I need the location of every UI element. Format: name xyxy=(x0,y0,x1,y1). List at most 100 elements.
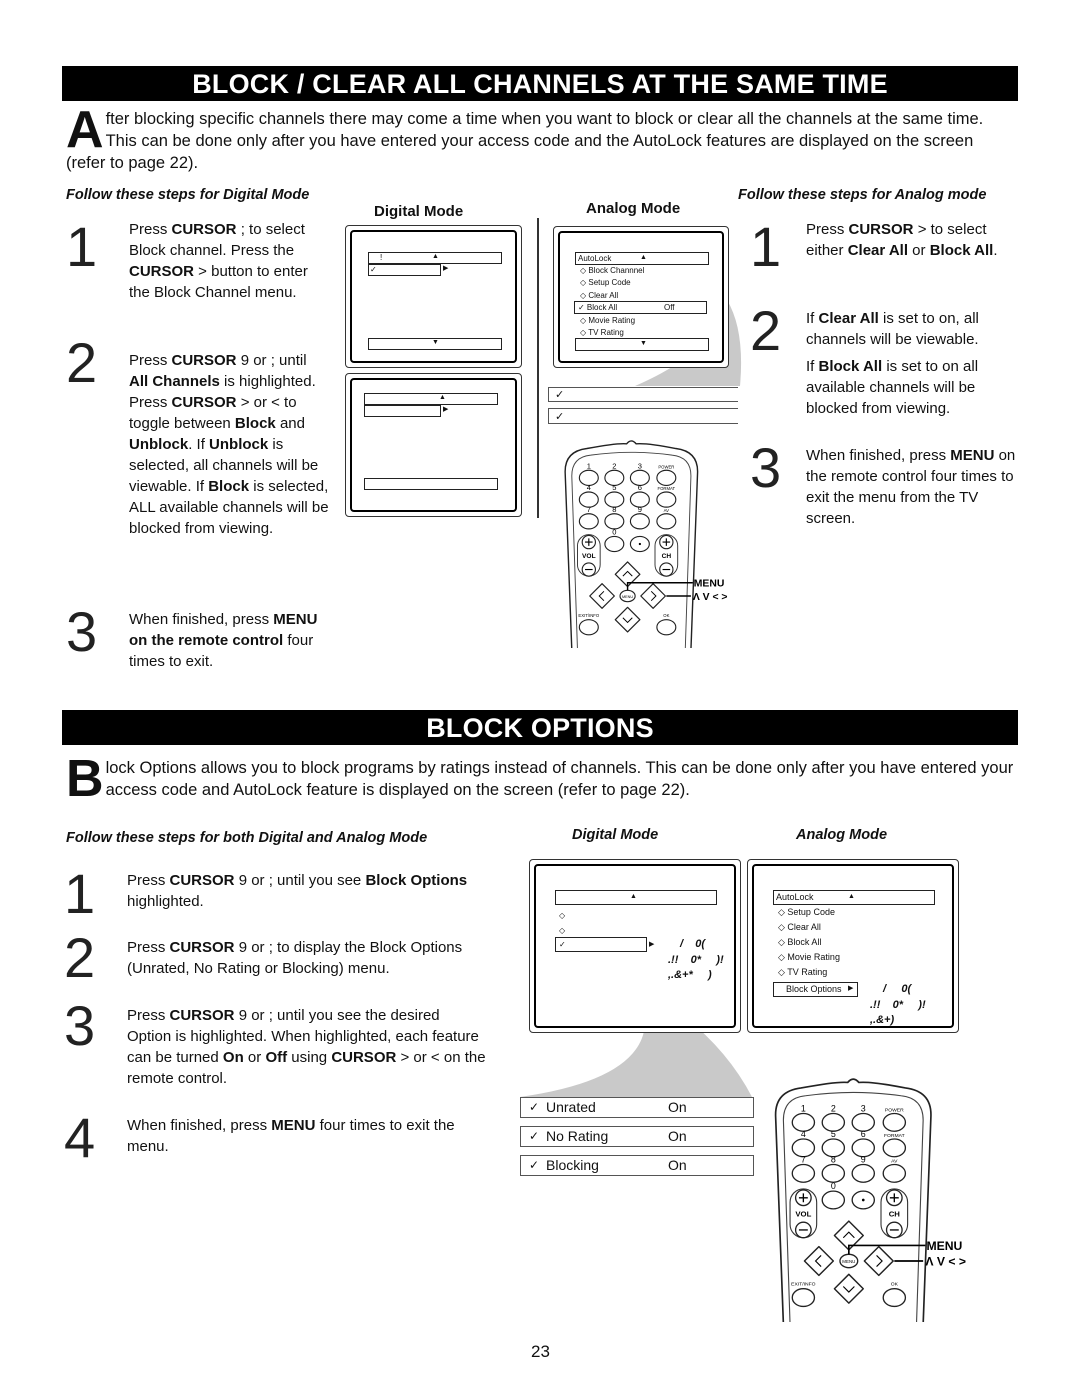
garbled-text: / 0( xyxy=(680,938,706,950)
vol-down-button[interactable] xyxy=(581,562,597,577)
autolock-menu-item[interactable]: ◇ Block All xyxy=(778,937,821,948)
autolock-menu-item[interactable]: ◇ Block Channnel xyxy=(580,265,644,276)
step-number: 2 xyxy=(66,331,98,394)
up-arrow-icon: ▲ xyxy=(848,893,855,900)
power-button[interactable]: POWER xyxy=(882,1107,907,1132)
step-text: If Block All is set to on all available … xyxy=(806,356,1021,419)
up-arrow-icon: ▲ xyxy=(640,254,647,261)
section-title-block-options: BLOCK OPTIONS xyxy=(62,710,1018,745)
ch-up-button[interactable] xyxy=(885,1189,903,1207)
vol-up-button[interactable] xyxy=(794,1189,812,1207)
option-label: No Rating xyxy=(546,1128,609,1144)
right-arrow-icon: ▶ xyxy=(443,406,449,413)
menu-callout-label: MENU xyxy=(926,1239,962,1253)
autolock-menu-item[interactable]: ◇ Setup Code xyxy=(580,277,631,288)
bold-term: CURSOR xyxy=(331,1049,397,1066)
step-text: Press CURSOR 9 or ; until you see the de… xyxy=(127,1005,487,1089)
exit-info-button[interactable]: EXIT/INFO xyxy=(578,613,600,636)
text-run: When finished, press xyxy=(806,447,951,464)
digit-label: 3 xyxy=(638,461,642,470)
analog-mode-label: Analog Mode xyxy=(796,827,888,843)
text-run: Press xyxy=(127,872,170,889)
dot-button[interactable] xyxy=(629,535,650,553)
option-label: Blocking xyxy=(546,1157,599,1173)
menu-bullet: ◇ xyxy=(559,911,566,920)
text-run: Press xyxy=(129,352,172,369)
autolock-menu-item[interactable]: ◇ TV Rating xyxy=(778,967,827,978)
vol-up-button[interactable] xyxy=(581,534,597,550)
block-option-row[interactable]: ✓ Blocking On xyxy=(520,1155,754,1176)
av-label: AV xyxy=(891,1158,898,1164)
step-text: When finished, press MENU on the remote … xyxy=(806,445,1021,529)
ch-down-button[interactable] xyxy=(885,1221,903,1239)
bold-term: MENU xyxy=(271,1117,316,1134)
step-number: 2 xyxy=(750,299,782,362)
text-run: Press xyxy=(127,939,170,956)
exit-info-label: EXIT/INFO xyxy=(791,1281,815,1287)
exit-info-button[interactable]: EXIT/INFO xyxy=(791,1281,816,1308)
ch-label: CH xyxy=(889,1210,901,1219)
menu-button[interactable]: MENU xyxy=(619,589,636,603)
autolock-menu-item[interactable]: ◇ Setup Code xyxy=(778,907,835,918)
ch-down-button[interactable] xyxy=(659,562,674,577)
autolock-menu-item[interactable]: ◇ Movie Rating xyxy=(580,315,635,326)
digital-mode-label: Digital Mode xyxy=(374,203,464,220)
block-option-row[interactable]: ✓ No Rating On xyxy=(520,1126,754,1147)
text-run: or xyxy=(908,242,930,259)
right-arrow-icon: ▶ xyxy=(443,265,449,272)
bold-term: On xyxy=(222,1049,244,1066)
ok-label: OK xyxy=(891,1281,899,1287)
section-title-block-clear: BLOCK / CLEAR ALL CHANNELS AT THE SAME T… xyxy=(62,66,1018,101)
check-icon: ✓ xyxy=(529,1100,540,1114)
bold-term: Block All xyxy=(929,242,994,259)
text-run: 9 or ; until you see xyxy=(234,872,366,889)
digit-label: 8 xyxy=(831,1154,836,1164)
menu-button-label: MENU xyxy=(842,1259,855,1264)
power-label: POWER xyxy=(885,1107,904,1113)
channel-check-row[interactable]: ✓ xyxy=(548,408,738,424)
digit-label: 6 xyxy=(638,483,642,492)
block-all-value: Off xyxy=(664,303,675,312)
autolock-menu-item[interactable]: ◇ Clear All xyxy=(580,290,618,301)
menu-button-label: MENU xyxy=(622,595,633,599)
ch-label: CH xyxy=(662,553,672,560)
analog-screen: AutoLock ▲ ◇ Block Channnel ◇ Setup Code ◇… xyxy=(553,226,729,368)
check-icon: ✓ xyxy=(370,265,377,274)
down-arrow-icon: ▼ xyxy=(432,339,439,346)
text-run: and xyxy=(275,415,305,432)
autolock-menu-item[interactable]: ◇ TV Rating xyxy=(580,327,624,338)
vol-down-button[interactable] xyxy=(794,1221,812,1239)
digit-label: 6 xyxy=(861,1129,866,1139)
block-option-row[interactable]: ✓ Unrated On xyxy=(520,1097,754,1118)
format-button[interactable]: FORMAT xyxy=(656,486,677,508)
right-arrow-icon: ▶ xyxy=(649,941,655,948)
intro-paragraph: After blocking specific channels there m… xyxy=(66,104,1016,174)
check-icon: ✓ xyxy=(529,1129,540,1143)
channel-check-row[interactable]: ✓ xyxy=(548,387,738,402)
menu-button[interactable]: MENU xyxy=(839,1253,859,1269)
step-number: 4 xyxy=(64,1106,96,1169)
bold-term: Block All xyxy=(818,358,883,375)
digit-label: 0 xyxy=(612,528,616,537)
text-run: or xyxy=(243,1049,266,1066)
autolock-menu-item[interactable]: ◇ Movie Rating xyxy=(778,952,840,963)
digital-mode-label: Digital Mode xyxy=(572,827,659,843)
bold-term: CURSOR xyxy=(169,1007,235,1024)
page-number: 23 xyxy=(531,1342,550,1361)
av-label: AV xyxy=(664,508,670,513)
check-icon: ✓ xyxy=(559,940,566,949)
format-button[interactable]: FORMAT xyxy=(882,1133,907,1158)
bold-term: CURSOR xyxy=(169,872,235,889)
block-options-item[interactable]: Block Options xyxy=(786,984,842,995)
ch-up-button[interactable] xyxy=(659,534,674,550)
power-button[interactable]: POWER xyxy=(656,464,677,486)
intro-text: fter blocking specific channels there ma… xyxy=(66,110,984,172)
bold-term: CURSOR xyxy=(171,221,237,238)
text-run: 9 or ; until xyxy=(236,352,307,369)
bold-term: Unblock xyxy=(209,436,269,453)
dot-button[interactable] xyxy=(851,1190,876,1210)
autolock-menu-item[interactable]: ◇ Clear All xyxy=(778,922,821,933)
text-run: using xyxy=(287,1049,332,1066)
digital-screen-options: ▲ ◇ ◇ ✓ ▶ / 0( .!! 0* )! ,.&+* ) xyxy=(529,859,741,1033)
digit-label: 2 xyxy=(831,1103,836,1113)
